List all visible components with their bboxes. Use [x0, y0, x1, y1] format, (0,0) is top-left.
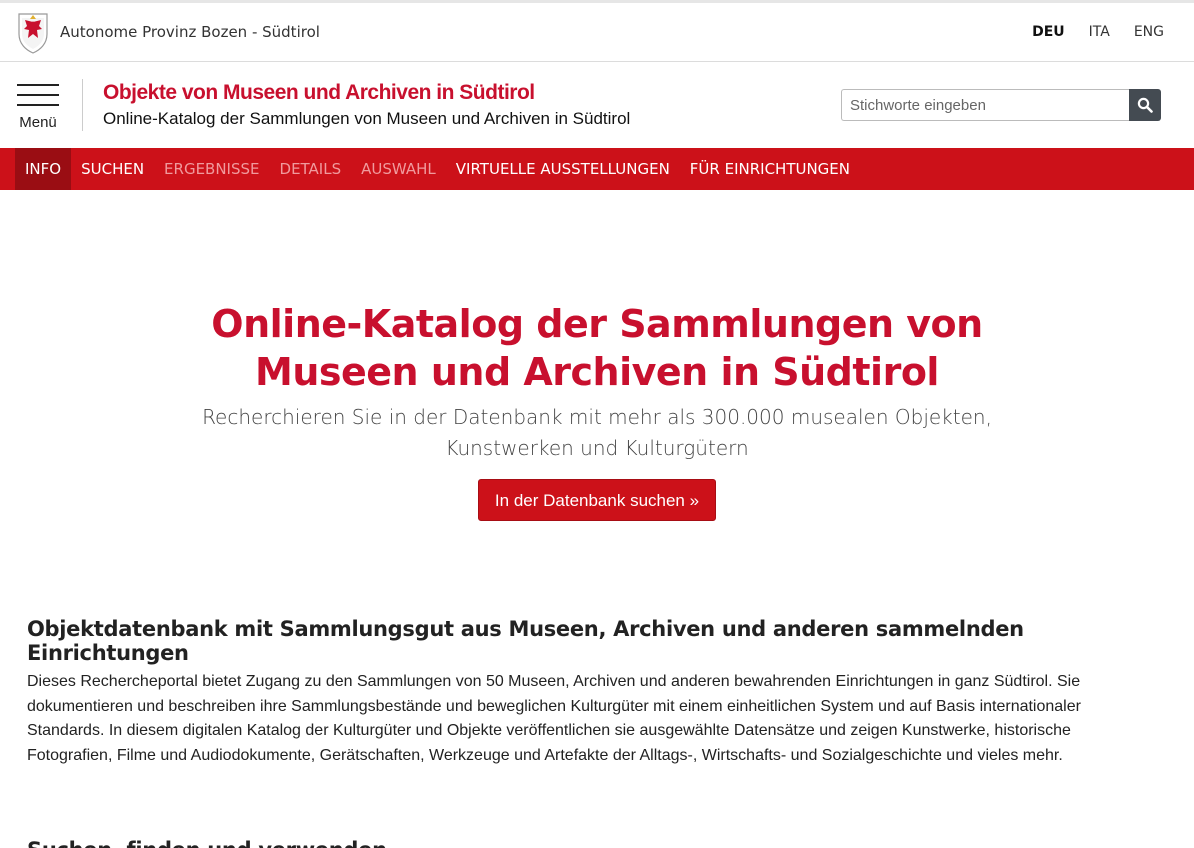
- site-subtitle: Online-Katalog der Sammlungen von Museen…: [103, 109, 631, 128]
- lang-deu[interactable]: DEU: [1032, 24, 1065, 40]
- hamburger-icon: [17, 83, 59, 106]
- language-switcher: DEU ITA ENG: [1032, 3, 1164, 61]
- search-icon: [1137, 97, 1153, 113]
- lang-ita[interactable]: ITA: [1089, 24, 1110, 40]
- search-input[interactable]: [841, 89, 1129, 121]
- hero-title: Online-Katalog der Sammlungen von Museen…: [211, 302, 983, 394]
- section-suchen-finden: Suchen, finden und verwenden: [0, 838, 1194, 848]
- lang-eng[interactable]: ENG: [1134, 24, 1164, 40]
- search-form: [841, 89, 1161, 121]
- section-heading: Objektdatenbank mit Sammlungsgut aus Mus…: [27, 617, 1024, 665]
- site-title[interactable]: Objekte von Museen und Archiven in Südti…: [103, 81, 630, 105]
- coat-of-arms-icon[interactable]: [16, 10, 50, 54]
- header-divider: [82, 79, 83, 131]
- menu-label: Menü: [19, 113, 57, 131]
- nav-info[interactable]: INFO: [15, 148, 72, 190]
- nav-details[interactable]: DETAILS: [270, 148, 352, 190]
- main-nav: INFO SUCHEN ERGEBNISSE DETAILS AUSWAHL V…: [0, 148, 1194, 190]
- menu-button[interactable]: Menü: [16, 83, 60, 131]
- section-body: Dieses Rechercheportal bietet Zugang zu …: [27, 673, 1081, 764]
- top-bar: Autonome Provinz Bozen - Südtirol DEU IT…: [0, 0, 1194, 62]
- section-heading: Suchen, finden und verwenden: [27, 838, 1167, 848]
- province-link[interactable]: Autonome Provinz Bozen - Südtirol: [60, 23, 320, 41]
- section-objektdatenbank: Objektdatenbank mit Sammlungsgut aus Mus…: [0, 617, 1194, 768]
- nav-ergebnisse[interactable]: ERGEBNISSE: [154, 148, 269, 190]
- hero-text: Recherchieren Sie in der Datenbank mit m…: [202, 405, 992, 460]
- search-button[interactable]: [1129, 89, 1161, 121]
- nav-suchen[interactable]: SUCHEN: [71, 148, 154, 190]
- nav-auswahl[interactable]: AUSWAHL: [351, 148, 446, 190]
- nav-fuer-einrichtungen[interactable]: FÜR EINRICHTUNGEN: [680, 148, 860, 190]
- search-database-button[interactable]: In der Datenbank suchen »: [477, 479, 717, 521]
- site-title-block[interactable]: Objekte von Museen und Archiven in Südti…: [103, 81, 630, 129]
- nav-virtuelle-ausstellungen[interactable]: VIRTUELLE AUSSTELLUNGEN: [446, 148, 680, 190]
- site-header: Menü Objekte von Museen und Archiven in …: [0, 62, 1194, 148]
- hero: Online-Katalog der Sammlungen von Museen…: [0, 190, 1194, 521]
